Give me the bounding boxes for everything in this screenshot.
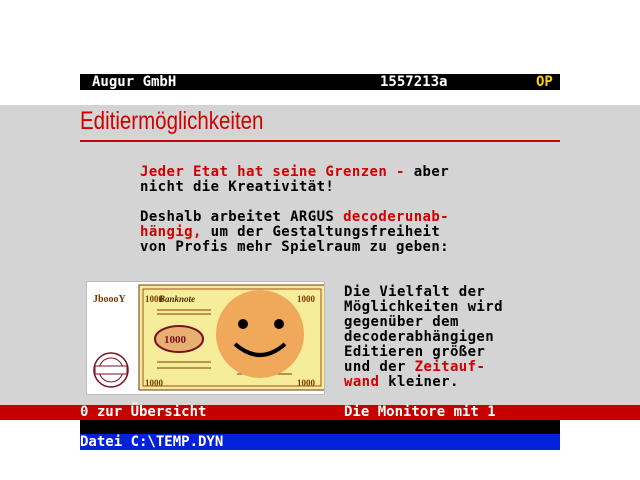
nav-overview-link[interactable]: 0 zur Übersicht (80, 405, 206, 420)
stamp-icon (93, 352, 129, 388)
para3-line2: Möglichkeiten wird (344, 299, 503, 315)
para2-red-text: decoderunab- (343, 209, 450, 225)
provider-name: Augur GmbH (92, 74, 177, 90)
corner-value-br: 1000 (297, 378, 316, 388)
para1-line2: nicht die Kreativität! (140, 179, 335, 195)
para2-red-text-2: hängig, (140, 224, 202, 240)
nav-monitors-link[interactable]: Die Monitore mit 1 (344, 405, 496, 420)
para2-line3: von Profis mehr Spielraum zu geben: (140, 239, 450, 255)
denomination-value: 1000 (164, 334, 187, 346)
status-bar: Augur GmbH 1557213a OP (80, 74, 560, 90)
navigation-bar: 0 zur Übersicht Die Monitore mit 1 (0, 405, 640, 420)
para3-black-text-2: kleiner. (379, 374, 459, 390)
status-flag: OP (536, 74, 553, 90)
para1-red-text: Jeder Etat hat seine Grenzen - (140, 164, 405, 180)
para3-red-text-2: wand (344, 374, 380, 390)
para3-red-text: Zeitauf- (414, 359, 486, 375)
para2-black-text: Deshalb arbeitet ARGUS (140, 209, 344, 225)
page-id: 1557213a (380, 74, 448, 90)
para2-line2: hängig, um der Gestaltungsfreiheit (140, 225, 440, 240)
smiley-icon (216, 290, 304, 378)
para1-black-text: aber (404, 164, 450, 180)
para3-line5: Editieren größer (344, 344, 486, 360)
file-path: Datei C:\TEMP.DYN (80, 434, 224, 450)
para3-black-text: und der (344, 359, 415, 375)
note-label: Banknote (158, 294, 195, 304)
banknote-graphic: JboooY 1000 1000 1000 1000 Banknote 1000 (93, 284, 326, 391)
separator-band (80, 420, 560, 434)
para3-line3: gegenüber dem (344, 314, 459, 330)
corner-value-bl: 1000 (145, 378, 164, 388)
banknote-image: JboooY 1000 1000 1000 1000 Banknote 1000 (86, 281, 326, 395)
para3-line1: Die Vielfalt der (344, 284, 486, 300)
page-title: Editiermöglichkeiten (80, 107, 264, 135)
para1-line1: Jeder Etat hat seine Grenzen - aber (140, 165, 449, 180)
file-bar: Datei C:\TEMP.DYN (80, 434, 560, 450)
para3-line4: decoderabhängigen (344, 329, 495, 345)
title-divider (80, 140, 560, 142)
para3-line6: und der Zeitauf- (344, 360, 485, 375)
para3-line7: wand kleiner. (344, 375, 459, 390)
corner-value-tr: 1000 (297, 294, 316, 304)
para2-black-text-2: um der Gestaltungsfreiheit (201, 224, 441, 240)
banner-text: JboooY (93, 294, 127, 305)
para2-line1: Deshalb arbeitet ARGUS decoderunab- (140, 210, 449, 225)
